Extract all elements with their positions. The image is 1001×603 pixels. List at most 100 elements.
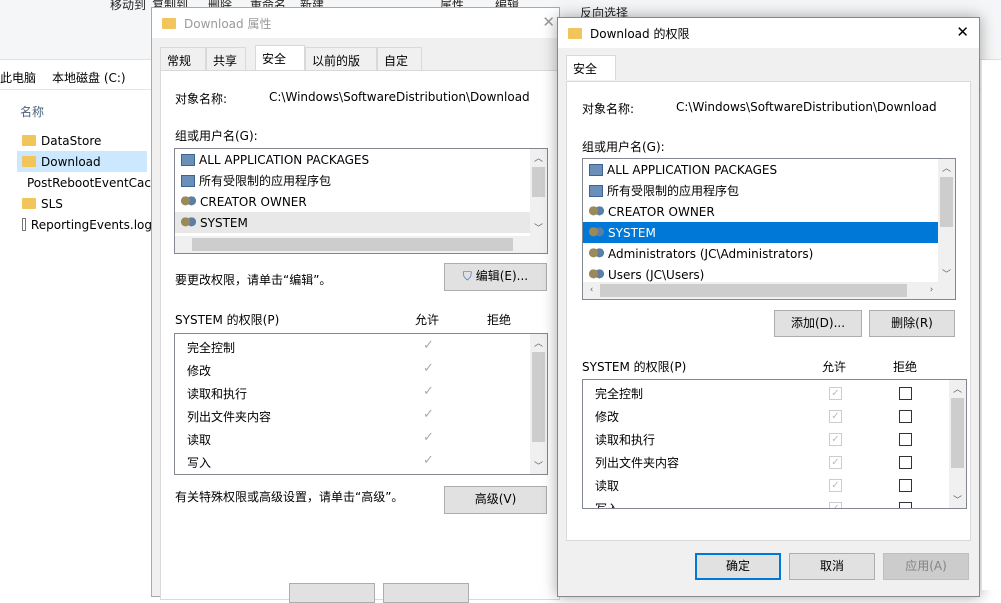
column-header-name[interactable]: 名称 <box>20 103 44 120</box>
permission-label: 完全控制 <box>187 341 236 355</box>
file-name: DataStore <box>41 133 102 148</box>
edit-permissions-button[interactable]: ⛉ 编辑(E)... <box>444 263 547 291</box>
app-package-icon <box>589 163 603 176</box>
file-name: PostRebootEventCache <box>27 175 166 190</box>
permissions-dialog: Download 的权限 ✕ 安全 对象名称: C:\Windows\Softw… <box>557 17 980 597</box>
list-item[interactable]: 所有受限制的应用程序包 <box>175 170 547 191</box>
users-icon <box>589 205 604 218</box>
vertical-scrollbar[interactable]: ︿ ﹀ <box>530 334 547 474</box>
allow-checkbox[interactable]: ✓ <box>829 479 842 492</box>
allow-check-icon: ✓ <box>423 430 434 445</box>
scroll-up-icon: ︿ <box>533 154 543 164</box>
ok-button[interactable] <box>289 583 375 603</box>
dialog-title: Download 属性 <box>184 16 272 31</box>
allow-header: 允许 <box>822 360 847 374</box>
list-item[interactable]: ALL APPLICATION PACKAGES <box>583 159 939 180</box>
tab-previous-versions[interactable]: 以前的版本 <box>305 47 377 85</box>
file-item[interactable]: SLS <box>22 193 152 214</box>
file-name: Download <box>41 154 101 169</box>
permission-row: 读取 ✓ <box>595 477 935 497</box>
allow-checkbox[interactable]: ✓ <box>829 456 842 469</box>
group-label: 组或用户名(G): <box>175 129 258 143</box>
file-item[interactable]: PostRebootEventCache <box>22 172 166 193</box>
cancel-button[interactable]: 取消 <box>789 553 875 580</box>
user-list[interactable]: ALL APPLICATION PACKAGES 所有受限制的应用程序包 CREAT… <box>582 158 956 300</box>
edit-hint: 要更改权限，请单击“编辑”。 <box>175 273 332 287</box>
vertical-scrollbar[interactable]: ︿ ﹀ <box>949 380 966 508</box>
title-bar: Download 的权限 ✕ <box>558 18 979 48</box>
permission-row: 修改 ✓ <box>595 408 935 428</box>
security-panel: 对象名称: C:\Windows\SoftwareDistribution\Do… <box>160 70 560 600</box>
close-icon[interactable]: ✕ <box>542 13 555 31</box>
remove-button[interactable]: 删除(R) <box>869 310 955 337</box>
breadcrumb-this-pc[interactable]: 此电脑 <box>0 69 36 86</box>
group-label: 组或用户名(G): <box>582 140 665 154</box>
folder-icon <box>22 156 36 167</box>
permission-row: 读取和执行 ✓ <box>595 431 935 451</box>
advanced-hint: 有关特殊权限或高级设置，请单击“高级”。 <box>175 490 404 504</box>
users-icon <box>181 216 196 229</box>
permission-label: 读取和执行 <box>187 387 248 401</box>
object-name-label: 对象名称: <box>582 102 635 116</box>
tab-customize[interactable]: 自定义 <box>377 47 422 85</box>
file-item[interactable]: DataStore <box>22 130 152 151</box>
list-item[interactable]: SYSTEM <box>583 222 939 243</box>
user-name: 所有受限制的应用程序包 <box>607 184 740 198</box>
vertical-scrollbar[interactable]: ︿ ﹀ <box>530 149 547 236</box>
permission-row: 写入 ✓ <box>595 500 935 508</box>
scroll-down-icon: ﹀ <box>533 224 543 234</box>
file-item[interactable]: Download <box>17 151 147 172</box>
file-icon <box>22 218 26 231</box>
allow-checkbox[interactable]: ✓ <box>829 387 842 400</box>
vertical-scrollbar[interactable]: ︿ ﹀ <box>938 159 955 282</box>
permission-label: 写入 <box>187 456 212 470</box>
breadcrumb-local-disk[interactable]: 本地磁盘 (C:) <box>52 69 126 86</box>
cancel-button[interactable] <box>383 583 469 603</box>
move-to-button[interactable]: 移动到 <box>110 0 146 13</box>
horizontal-scrollbar[interactable] <box>175 236 547 253</box>
permissions-title: SYSTEM 的权限(P) <box>582 360 687 374</box>
ok-button[interactable]: 确定 <box>695 553 781 580</box>
deny-checkbox[interactable] <box>899 502 912 508</box>
allow-checkbox[interactable]: ✓ <box>829 410 842 423</box>
add-button[interactable]: 添加(D)... <box>774 310 862 337</box>
list-item[interactable]: CREATOR OWNER <box>175 191 547 212</box>
advanced-button[interactable]: 高级(V) <box>444 486 547 514</box>
user-list[interactable]: ALL APPLICATION PACKAGES 所有受限制的应用程序包 CRE… <box>174 148 548 254</box>
users-icon <box>181 195 196 208</box>
list-item[interactable]: Administrators (JC\Administrators) <box>583 243 939 264</box>
allow-checkbox[interactable]: ✓ <box>829 502 842 508</box>
folder-icon <box>568 27 582 39</box>
shield-icon: ⛉ <box>462 269 472 283</box>
allow-checkbox[interactable]: ✓ <box>829 433 842 446</box>
list-item[interactable]: SYSTEM <box>175 212 531 233</box>
file-item[interactable]: ReportingEvents.log <box>22 214 152 235</box>
user-name: ALL APPLICATION PACKAGES <box>607 162 778 177</box>
permission-row: 完全控制 ✓ <box>187 338 527 359</box>
deny-checkbox[interactable] <box>899 456 912 469</box>
permission-row: 完全控制 ✓ <box>595 385 935 405</box>
deny-checkbox[interactable] <box>899 433 912 446</box>
permissions-list: ︿ ﹀ 完全控制 ✓ 修改 ✓ 读取和执行 ✓ 列出文件夹内容 ✓ 读取 ✓ 写入 ✓ <box>582 379 967 509</box>
users-icon <box>589 268 604 281</box>
permission-label: 读取和执行 <box>595 433 656 447</box>
list-item[interactable]: 所有受限制的应用程序包 <box>583 180 939 201</box>
tab-sharing[interactable]: 共享 <box>206 47 246 70</box>
deny-checkbox[interactable] <box>899 479 912 492</box>
list-item[interactable]: ALL APPLICATION PACKAGES <box>175 149 547 170</box>
permission-row: 修改 ✓ <box>187 361 527 382</box>
tab-security[interactable]: 安全 <box>255 45 305 70</box>
permission-label: 读取 <box>187 433 212 447</box>
users-icon <box>589 247 604 260</box>
list-item[interactable]: CREATOR OWNER <box>583 201 939 222</box>
user-name: Administrators (JC\Administrators) <box>608 246 814 261</box>
deny-checkbox[interactable] <box>899 410 912 423</box>
apply-button[interactable]: 应用(A) <box>883 553 969 580</box>
close-icon[interactable]: ✕ <box>956 23 969 41</box>
object-name-value: C:\Windows\SoftwareDistribution\Download <box>676 100 937 114</box>
horizontal-scrollbar[interactable]: ‹ › <box>583 282 955 299</box>
tab-security[interactable]: 安全 <box>566 55 616 80</box>
tab-general[interactable]: 常规 <box>160 47 206 70</box>
deny-checkbox[interactable] <box>899 387 912 400</box>
permission-row: 读取 ✓ <box>187 430 527 451</box>
